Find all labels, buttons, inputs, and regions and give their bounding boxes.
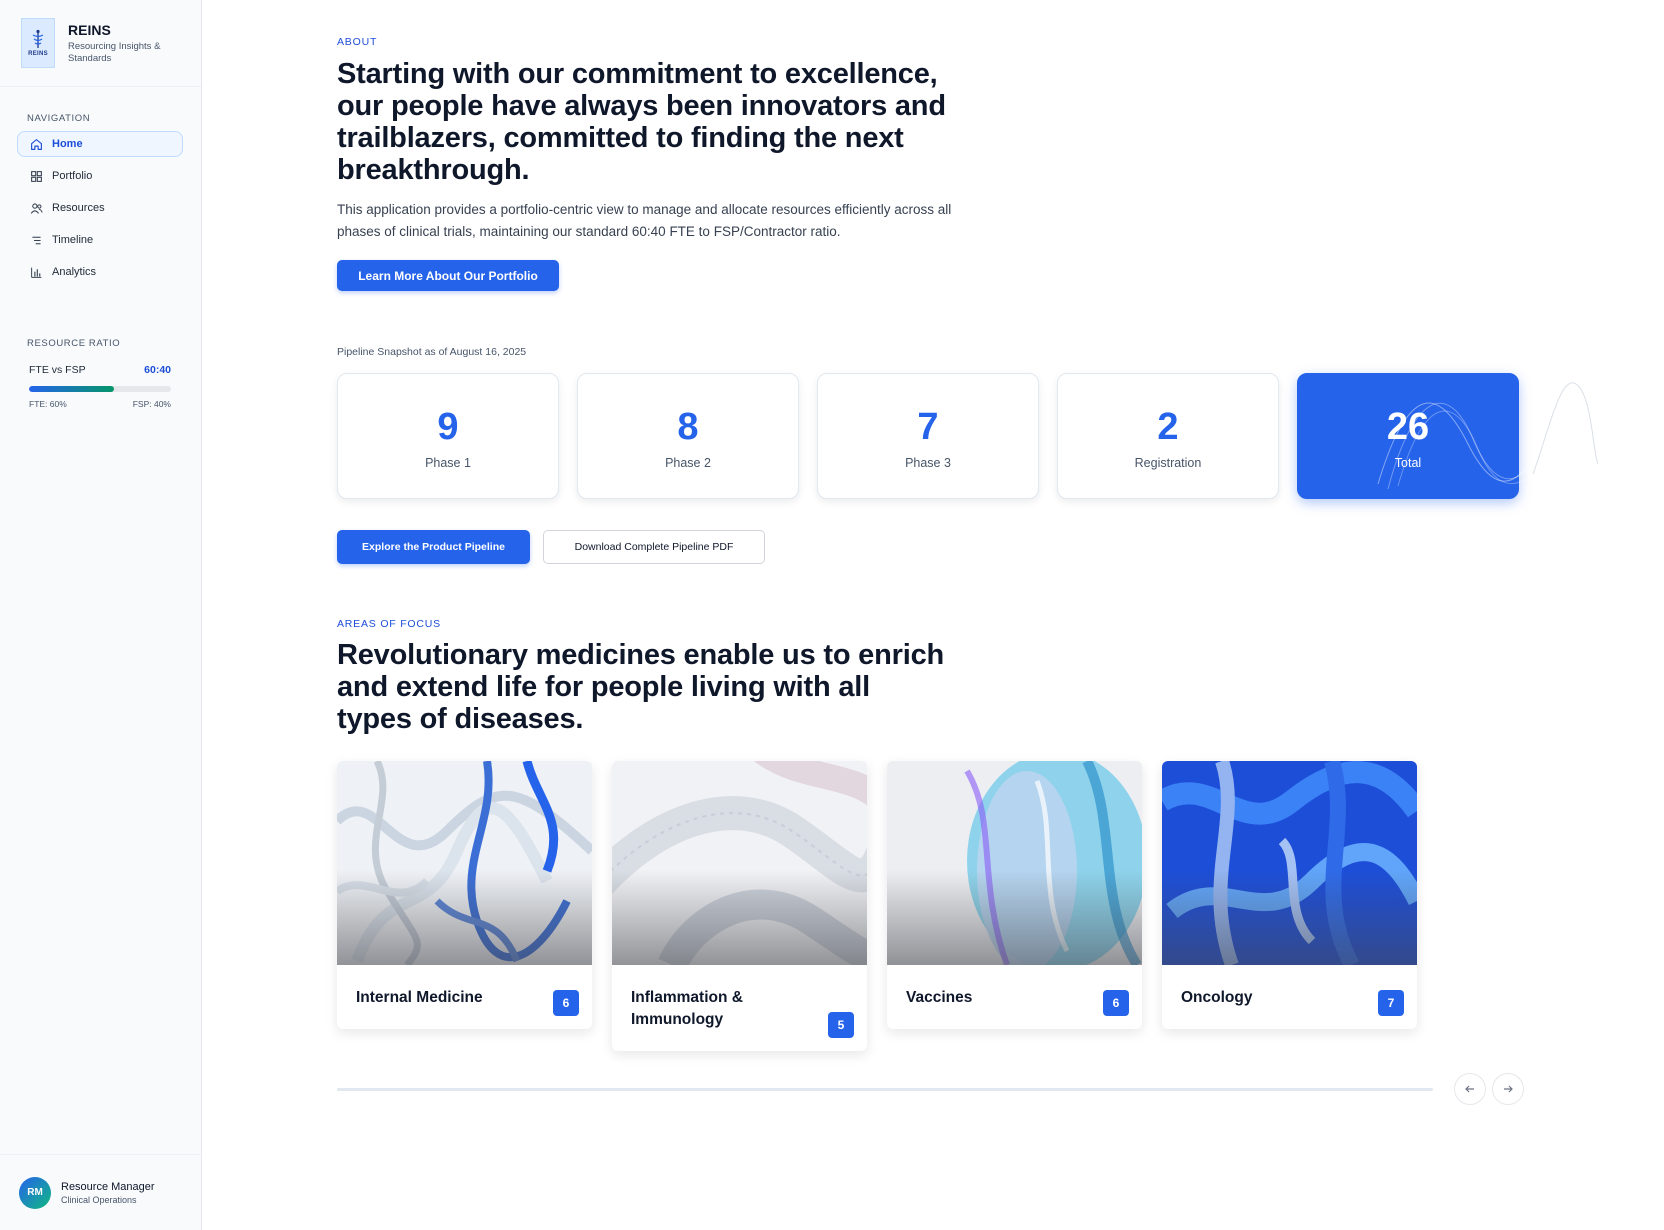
card-title: Vaccines [906,989,973,1006]
card-title: Internal Medicine [356,989,483,1006]
about-lead: This application provides a portfolio-ce… [337,202,952,239]
ratio-value: 60:40 [144,364,171,376]
card-count-badge: 6 [1103,990,1129,1016]
sidebar-item-label: Analytics [52,266,97,278]
stat-value: 9 [437,406,459,448]
oncology-illustration [1162,761,1417,965]
brand-tagline: Resourcing Insights & Standards [68,40,161,64]
home-icon [31,138,42,150]
focus-card-vaccines[interactable]: Vaccines 6 [887,761,1142,1029]
vaccine-illustration [964,761,1142,965]
stat-card-phase-3[interactable]: 7 Phase 3 [817,373,1039,499]
explore-pipeline-button[interactable]: Explore the Product Pipeline [337,530,530,564]
brand[interactable]: REINS REINS Resourcing Insights & Standa… [0,0,201,87]
ratio-bar-fill [29,386,115,392]
sidebar-item-label: Home [52,138,83,150]
stat-value: 26 [1386,406,1430,448]
sidebar-item-resources[interactable]: Resources [17,195,183,221]
focus-card-inflammation-immunology[interactable]: Inflammation & Immunology 5 [612,761,867,1051]
sidebar-item-analytics[interactable]: Analytics [17,259,183,285]
headline-line: types of diseases. [337,703,584,735]
stat-card-phase-1[interactable]: 9 Phase 1 [337,373,559,499]
sidebar-item-timeline[interactable]: Timeline [17,227,183,253]
user-name: Resource Manager [61,1180,155,1193]
bar-chart-icon [31,267,42,278]
focus-card-oncology[interactable]: Oncology 7 [1162,761,1417,1029]
card-image [1162,761,1417,965]
protein-illustration [337,761,592,965]
ratio-heading: RESOURCE RATIO [27,338,121,349]
fsp-label: FSP: 40% [132,399,171,409]
list-icon [32,236,41,244]
arrow-right-icon [1504,1085,1513,1093]
avatar: RM [19,1176,51,1209]
download-pipeline-button[interactable]: Download Complete Pipeline PDF [543,530,765,564]
sidebar-item-home[interactable]: Home [17,131,183,157]
snapshot-date: Pipeline Snapshot as of August 16, 2025 [337,346,527,358]
card-image [887,761,1142,965]
user-role: Clinical Operations [61,1194,137,1205]
focus-headline: Revolutionary medicines enable us to enr… [337,639,957,735]
about-headline: Starting with our commitment to excellen… [337,58,957,186]
carousel-next-button[interactable] [1492,1073,1524,1105]
card-count-badge: 7 [1378,990,1404,1016]
stat-label: Registration [1134,456,1202,470]
brand-name: REINS [68,21,111,38]
headline-line: trailblazers, committed to finding the n… [337,122,904,154]
stat-card-registration[interactable]: 2 Registration [1057,373,1279,499]
headline-line: and extend life for people living with a… [337,671,870,703]
main-nav: Home Portfolio Resources Timeline Analyt… [17,131,183,291]
users-icon [30,202,43,214]
ring-structure-illustration [612,761,867,965]
nav-heading: NAVIGATION [27,113,91,124]
card-image [612,761,867,965]
focus-card-internal-medicine[interactable]: Internal Medicine 6 [337,761,592,1029]
stat-value: 7 [917,406,939,448]
sidebar-item-portfolio[interactable]: Portfolio [17,163,183,189]
card-title: Oncology [1181,989,1253,1006]
stat-value: 8 [677,406,699,448]
card-image [337,761,592,965]
stat-card-total[interactable]: 26 Total [1297,373,1598,499]
headline-line: breakthrough. [337,154,530,186]
stat-label: Phase 1 [425,456,471,470]
logo-word: REINS [28,51,48,57]
grid-icon [31,170,42,182]
focus-eyebrow: AREAS OF FOCUS [337,618,441,630]
headline-line: Revolutionary medicines enable us to enr… [337,639,945,671]
sidebar-item-label: Resources [52,202,105,214]
user-profile[interactable]: RM Resource Manager Clinical Operations [0,1154,202,1230]
sidebar-item-label: Portfolio [52,170,93,182]
fte-label: FTE: 60% [29,399,67,409]
headline-line: our people have always been innovators a… [337,90,946,122]
card-count-badge: 5 [828,1012,854,1038]
sidebar: REINS REINS Resourcing Insights & Standa… [0,0,202,1230]
stat-value: 2 [1157,406,1179,448]
caduceus-icon [32,29,44,48]
stat-label: Phase 2 [665,456,711,470]
arrow-left-icon [1465,1085,1474,1093]
carousel-scrollbar[interactable] [337,1088,1433,1091]
ratio-bar [29,386,171,392]
card-count-badge: 6 [553,990,579,1016]
about-eyebrow: ABOUT [337,36,378,48]
learn-more-button[interactable]: Learn More About Our Portfolio [337,260,559,291]
reins-logo: REINS [21,18,55,68]
resource-ratio: FTE vs FSP 60:40 FTE: 60% FSP: 40% [29,364,171,409]
ratio-label: FTE vs FSP [29,364,86,376]
stat-card-phase-2[interactable]: 8 Phase 2 [577,373,799,499]
wave-decoration [1377,382,1598,490]
headline-line: Starting with our commitment to excellen… [337,58,938,90]
sidebar-item-label: Timeline [52,234,94,246]
stat-label: Total [1394,456,1422,470]
carousel-prev-button[interactable] [1454,1073,1486,1105]
stat-label: Phase 3 [905,456,951,470]
card-title: Inflammation & Immunology [631,989,743,1028]
